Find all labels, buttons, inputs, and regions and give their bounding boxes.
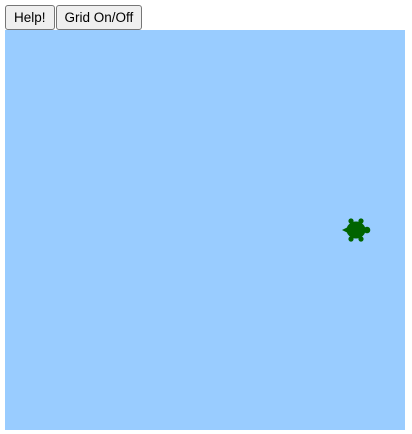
grid-toggle-button[interactable]: Grid On/Off	[55, 5, 143, 30]
turtle-canvas[interactable]	[5, 30, 405, 430]
help-button[interactable]: Help!	[5, 5, 55, 30]
turtle-icon	[342, 218, 371, 242]
toolbar: Help! Grid On/Off	[5, 5, 143, 30]
